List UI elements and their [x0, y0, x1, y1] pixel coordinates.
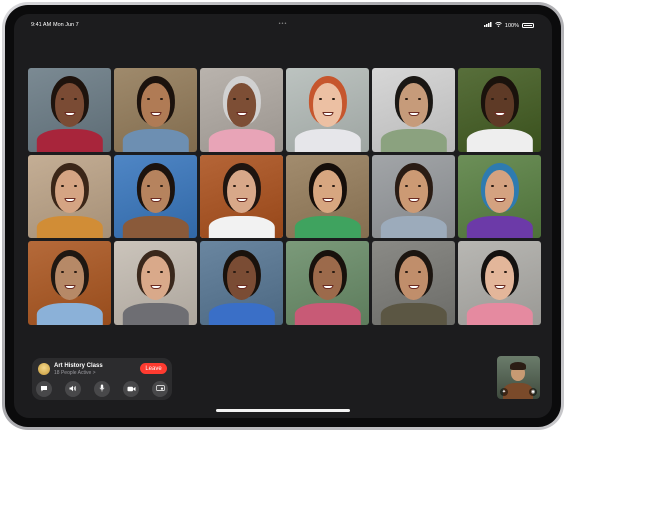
self-view-tile[interactable]: ✦ ◉: [497, 356, 540, 399]
participant-tile[interactable]: [28, 241, 111, 325]
participant-body: [466, 215, 533, 239]
participant-tile[interactable]: [372, 241, 455, 325]
status-indicators: 100%: [483, 21, 534, 29]
participant-face: [312, 83, 343, 127]
message-button[interactable]: [36, 381, 52, 397]
microphone-icon: [99, 384, 105, 394]
participant-face: [54, 169, 85, 214]
participant-body: [208, 302, 275, 325]
participant-tile[interactable]: [200, 241, 283, 325]
shareplay-icon: [155, 384, 165, 394]
wifi-icon: [495, 21, 502, 29]
participant-face: [226, 256, 257, 300]
message-icon: [40, 385, 48, 394]
speaker-icon: [69, 385, 77, 394]
ipad-device: 9:41 AM Mon Jun 7 ••• 100% Art History C…: [2, 2, 564, 430]
participant-body: [294, 215, 361, 239]
participant-body: [466, 302, 533, 325]
participant-body: [36, 215, 103, 239]
status-bar: 9:41 AM Mon Jun 7 ••• 100%: [14, 17, 552, 29]
facetime-screen: 9:41 AM Mon Jun 7 ••• 100% Art History C…: [14, 14, 552, 418]
participant-body: [380, 215, 447, 239]
participant-face: [484, 256, 515, 300]
participant-eye: [319, 184, 323, 187]
participant-tile[interactable]: [286, 154, 369, 239]
participant-tile[interactable]: [372, 154, 455, 239]
home-indicator[interactable]: [216, 409, 350, 412]
participant-face: [140, 169, 171, 214]
status-date: Mon Jun 7: [53, 22, 79, 28]
participant-tile[interactable]: [372, 68, 455, 152]
camera-icon: [127, 385, 136, 394]
participant-tile[interactable]: [114, 68, 197, 152]
status-time: 9:41 AM: [31, 22, 52, 28]
battery-icon: [522, 23, 534, 28]
self-hair: [510, 362, 526, 370]
participant-tile[interactable]: [114, 154, 197, 239]
call-subtitle[interactable]: 18 People Active >: [54, 370, 96, 376]
participant-face: [484, 83, 515, 127]
group-avatar[interactable]: [38, 363, 50, 375]
speaker-button[interactable]: [65, 381, 81, 397]
signal-icon: [483, 22, 492, 29]
call-title[interactable]: Art History Class: [54, 363, 103, 369]
multitasking-dots[interactable]: •••: [279, 21, 288, 27]
participant-body: [36, 302, 103, 325]
participant-face: [54, 83, 85, 127]
participant-eye: [405, 184, 409, 187]
participant-tile[interactable]: [28, 154, 111, 239]
participant-body: [294, 302, 361, 325]
participant-tile[interactable]: [458, 154, 541, 239]
camera-button[interactable]: [123, 381, 139, 397]
microphone-button[interactable]: [94, 381, 110, 397]
participant-eye: [147, 184, 151, 187]
flip-camera-icon[interactable]: ◉: [529, 388, 537, 396]
effects-icon[interactable]: ✦: [500, 388, 508, 396]
participant-eye: [61, 184, 65, 187]
participant-body: [122, 129, 189, 152]
participant-grid: [28, 68, 541, 325]
participant-tile[interactable]: [286, 68, 369, 152]
participant-face: [398, 83, 429, 127]
participant-face: [312, 169, 343, 214]
participant-face: [312, 256, 343, 300]
participant-tile[interactable]: [28, 68, 111, 152]
participant-body: [380, 129, 447, 152]
participant-face: [54, 256, 85, 300]
participant-body: [208, 129, 275, 152]
participant-body: [466, 129, 533, 152]
leave-button[interactable]: Leave: [140, 363, 167, 374]
participant-face: [226, 169, 257, 214]
participant-eye: [491, 184, 495, 187]
participant-face: [398, 169, 429, 214]
participant-body: [122, 302, 189, 325]
call-controls-panel: Art History Class 18 People Active > Lea…: [32, 358, 172, 400]
participant-tile[interactable]: [200, 154, 283, 239]
participant-face: [140, 256, 171, 300]
participant-tile[interactable]: [200, 68, 283, 152]
control-row: [36, 381, 168, 397]
participant-face: [140, 83, 171, 127]
participant-body: [294, 129, 361, 152]
participant-face: [226, 83, 257, 127]
ipad-bezel: 9:41 AM Mon Jun 7 ••• 100% Art History C…: [5, 5, 561, 427]
participant-body: [122, 215, 189, 239]
participant-tile[interactable]: [286, 241, 369, 325]
participant-face: [398, 256, 429, 300]
participant-eye: [233, 184, 237, 187]
participant-tile[interactable]: [458, 68, 541, 152]
participant-face: [484, 169, 515, 214]
participant-body: [36, 129, 103, 152]
participant-tile[interactable]: [114, 241, 197, 325]
participant-body: [208, 215, 275, 239]
participant-tile[interactable]: [458, 241, 541, 325]
participant-body: [380, 302, 447, 325]
shareplay-button[interactable]: [152, 381, 168, 397]
battery-percent: 100%: [504, 22, 519, 29]
